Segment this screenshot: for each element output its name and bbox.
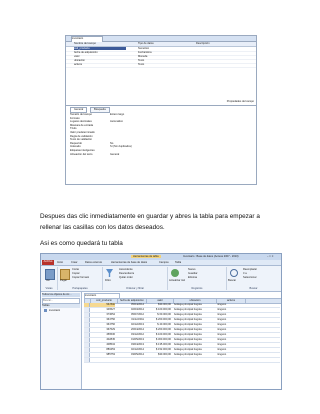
nav-pane-title[interactable]: Todos los objetos de Ac... — [42, 293, 80, 297]
select-button[interactable]: Seleccionar — [243, 276, 257, 279]
nav-section-tables[interactable]: Tablas — [42, 304, 80, 308]
tab-home[interactable]: Inicio — [57, 261, 63, 264]
replace-button[interactable]: Reemplazar — [243, 268, 257, 271]
tab-database-tools[interactable]: Herramientas de base de datos — [111, 261, 147, 264]
ribbon-group-records: Actualizar todo Nuevo Guardar Eliminar R… — [168, 267, 227, 290]
datasheet-area: inventario cod_producto fecha de adquisi… — [82, 292, 281, 389]
save-record-button[interactable]: Guardar — [188, 272, 198, 275]
header-data-type: Tipo de datos — [138, 42, 154, 45]
find-button[interactable]: Buscar — [228, 279, 236, 282]
ribbon-group-sort-filter: Filtro Ascendente Descendente Quitar ord… — [103, 267, 168, 290]
group-label-find: Buscar — [249, 286, 258, 290]
ribbon: Ver Vistas Pegar Cortar Copiar Copiar fo… — [41, 266, 281, 292]
header-field-name: Nombre del campo — [74, 42, 96, 45]
tab-external-data[interactable]: Datos externos — [85, 261, 102, 264]
cut-button[interactable]: Cortar — [72, 268, 79, 271]
go-to-button[interactable]: Ir a — [243, 272, 247, 275]
tab-table[interactable]: Tabla — [175, 261, 181, 264]
properties-caption: Propiedades del campo — [226, 100, 254, 103]
ribbon-group-clipboard: Pegar Cortar Copiar Copiar formato Porta… — [58, 267, 103, 290]
filter-button[interactable]: Filtro — [105, 279, 111, 282]
window-controls[interactable]: – □ ✕ — [267, 255, 274, 258]
group-label-views: Vistas — [45, 286, 53, 290]
find-icon[interactable] — [230, 269, 238, 277]
sort-descending-button[interactable]: Descendente — [119, 272, 134, 275]
format-painter-button[interactable]: Copiar formato — [72, 276, 89, 279]
file-tab[interactable]: Archivo — [42, 260, 54, 265]
header-description: Descripción — [196, 42, 210, 45]
copy-button[interactable]: Copiar — [72, 272, 80, 275]
group-label-sort-filter: Ordenar y filtrar — [125, 286, 145, 290]
new-record-button[interactable]: Nuevo — [188, 268, 196, 271]
table-icon — [44, 309, 47, 312]
ribbon-group-views: Ver Vistas — [41, 267, 58, 290]
tab-create[interactable]: Crear — [71, 261, 78, 264]
group-label-records: Registros — [191, 286, 203, 290]
properties-tabs: General Búsqueda — [70, 107, 150, 113]
access-datasheet-screenshot: Herramientas de tabla Inventario : Base … — [40, 253, 282, 390]
paste-button[interactable]: Pegar — [60, 279, 67, 282]
paragraph-line-2: rellenar las casillas con los datos dese… — [40, 224, 165, 231]
window-title: Inventario : Base de datos (Access 2007 … — [183, 255, 239, 258]
property-row[interactable]: Alineación del texto General — [70, 153, 190, 157]
delete-record-button[interactable]: Eliminar — [188, 276, 197, 279]
ribbon-group-find: Buscar Reemplazar Ir a Seleccionar Busca… — [227, 267, 280, 290]
paragraph-line-3: Asi es como quedará tu tabla — [40, 240, 123, 247]
paragraph-line-1: Despues das clic inmediatamente en guard… — [40, 213, 260, 220]
new-record-row[interactable] — [84, 358, 280, 363]
tab-fields[interactable]: Campos — [159, 261, 169, 264]
navigation-pane: Todos los objetos de Ac... Buscar... Tab… — [41, 292, 82, 389]
properties-divider — [66, 105, 256, 106]
group-label-clipboard: Portapapeles — [72, 286, 88, 290]
refresh-icon[interactable] — [171, 269, 179, 277]
table-design-screenshot: inventario Nombre del campo Tipo de dato… — [65, 35, 257, 185]
view-button[interactable]: Ver — [46, 279, 50, 282]
nav-item-inventario[interactable]: inventario — [49, 309, 60, 312]
record-selector[interactable] — [84, 358, 90, 362]
design-field-row[interactable]: activos Texto — [66, 63, 256, 68]
refresh-all-button[interactable]: Actualizar todo — [169, 279, 185, 282]
filter-icon[interactable] — [106, 269, 113, 277]
sort-ascending-button[interactable]: Ascendente — [119, 268, 133, 271]
table-tools-caption: Herramientas de tabla — [131, 255, 161, 259]
remove-sort-button[interactable]: Quitar orden — [119, 276, 133, 279]
